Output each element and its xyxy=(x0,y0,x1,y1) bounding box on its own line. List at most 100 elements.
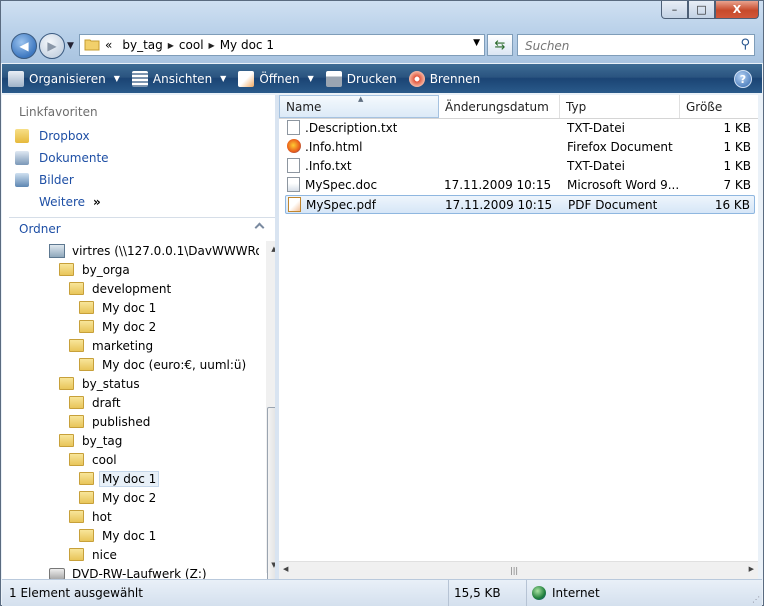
favorite-pictures[interactable]: Bilder xyxy=(15,171,74,189)
print-button[interactable]: Drucken xyxy=(320,64,403,93)
globe-icon xyxy=(532,586,546,600)
favorite-dropbox[interactable]: Dropbox xyxy=(15,127,90,145)
caption-buttons: – □ X xyxy=(661,1,759,20)
scroll-down-icon[interactable]: ▼ xyxy=(266,557,275,573)
column-header-date[interactable]: Änderungsdatum xyxy=(439,95,560,118)
maximize-button[interactable]: □ xyxy=(688,1,715,19)
file-type: PDF Document xyxy=(568,198,658,212)
scrollbar-thumb[interactable] xyxy=(267,407,275,579)
address-bar[interactable]: « by_tag ▶ cool ▶ My doc 1 ▼ xyxy=(79,34,485,56)
folder-icon xyxy=(69,339,84,352)
tree-item-label: My doc 1 xyxy=(99,470,160,487)
tree-item-by-orga[interactable]: by_orga xyxy=(59,260,130,279)
views-icon xyxy=(131,70,148,87)
tree-item-label: draft xyxy=(92,395,121,410)
breadcrumb-cool[interactable]: cool xyxy=(179,38,204,52)
column-header-label: Typ xyxy=(566,99,587,114)
status-selection: 1 Element ausgewählt xyxy=(2,580,449,606)
favorite-more[interactable]: Weitere » xyxy=(39,193,101,211)
file-row[interactable]: .Info.html Firefox Document 1 KB xyxy=(285,138,755,157)
breadcrumb-overflow[interactable]: « xyxy=(105,38,112,52)
chevron-right-icon[interactable]: ▶ xyxy=(168,41,174,50)
scroll-up-icon[interactable]: ▲ xyxy=(266,241,275,257)
back-button[interactable]: ◀ xyxy=(11,33,37,59)
resize-grip-icon[interactable]: ⋰ xyxy=(752,595,760,604)
organize-icon xyxy=(8,70,24,87)
folder-tree: virtres (\\127.0.0.1\DavWWWRoot) ( by_or… xyxy=(9,241,259,579)
tree-item-dvd-drive[interactable]: DVD-RW-Laufwerk (Z:) xyxy=(49,564,207,579)
tree-item-marketing[interactable]: marketing xyxy=(69,336,153,355)
tree-item-nice[interactable]: nice xyxy=(69,545,117,564)
scroll-left-icon[interactable]: ◀ xyxy=(283,565,288,573)
network-drive-icon xyxy=(49,243,65,258)
tree-item-my-doc-2[interactable]: My doc 2 xyxy=(79,317,156,336)
folders-header[interactable]: Ordner xyxy=(9,217,275,240)
forward-button[interactable]: ▶ xyxy=(39,33,65,59)
file-list-pane: ▲ Name Änderungsdatum Typ Größe .Descrip… xyxy=(279,95,758,579)
tree-scrollbar[interactable]: ▲ ▼ xyxy=(266,241,275,579)
file-row[interactable]: .Description.txt TXT-Datei 1 KB xyxy=(285,119,755,138)
column-header-size[interactable]: Größe xyxy=(680,95,758,118)
column-header-label: Änderungsdatum xyxy=(445,99,549,114)
tree-item-my-doc-1[interactable]: My doc 1 xyxy=(79,526,156,545)
file-row-selected[interactable]: MySpec.pdf 17.11.2009 10:15 PDF Document… xyxy=(285,195,755,214)
file-type: Microsoft Word 9... xyxy=(567,178,680,192)
folder-icon xyxy=(69,453,84,466)
tree-item-my-doc-1-selected[interactable]: My doc 1 xyxy=(79,469,160,488)
tree-item-my-doc-euro[interactable]: My doc (euro:€, uuml:ü) xyxy=(79,355,246,374)
minimize-button[interactable]: – xyxy=(661,1,688,19)
search-input[interactable] xyxy=(523,38,727,54)
recent-pages-dropdown[interactable]: ▼ xyxy=(67,41,74,51)
tree-item-label: by_tag xyxy=(82,433,123,448)
open-label: Öffnen xyxy=(259,71,300,86)
documents-icon xyxy=(15,151,29,165)
column-header-name[interactable]: ▲ Name xyxy=(279,95,439,118)
views-button[interactable]: Ansichten ▼ xyxy=(126,64,232,93)
tree-item-draft[interactable]: draft xyxy=(69,393,121,412)
column-header-type[interactable]: Typ xyxy=(560,95,680,118)
tree-item-label: by_status xyxy=(82,376,140,391)
status-zone-label: Internet xyxy=(552,586,600,600)
favorites-header: Linkfavoriten xyxy=(19,105,98,119)
folder-icon xyxy=(79,301,94,314)
open-button[interactable]: Öffnen ▼ xyxy=(232,64,319,93)
folder-icon xyxy=(59,434,74,447)
folder-icon xyxy=(79,472,94,485)
organize-button[interactable]: Organisieren ▼ xyxy=(2,64,126,93)
tree-item-development[interactable]: development xyxy=(69,279,171,298)
tree-item-label: My doc 1 xyxy=(102,300,157,315)
breadcrumb-my-doc-1[interactable]: My doc 1 xyxy=(220,38,274,52)
close-button[interactable]: X xyxy=(715,1,759,19)
tree-item-by-status[interactable]: by_status xyxy=(59,374,140,393)
address-dropdown-icon[interactable]: ▼ xyxy=(473,38,480,48)
tree-item-by-tag[interactable]: by_tag xyxy=(59,431,122,450)
search-box[interactable]: ⚲ xyxy=(517,34,755,56)
favorite-documents[interactable]: Dokumente xyxy=(15,149,109,167)
tree-item-cool[interactable]: cool xyxy=(69,450,117,469)
file-row[interactable]: .Info.txt TXT-Datei 1 KB xyxy=(285,157,755,176)
pictures-icon xyxy=(15,173,29,187)
favorite-label: Bilder xyxy=(39,173,74,187)
breadcrumb-by-tag[interactable]: by_tag xyxy=(122,38,162,52)
tree-item-my-doc-1[interactable]: My doc 1 xyxy=(79,298,156,317)
tree-item-virtres[interactable]: virtres (\\127.0.0.1\DavWWWRoot) ( xyxy=(49,241,259,260)
file-row[interactable]: MySpec.doc 17.11.2009 10:15 Microsoft Wo… xyxy=(285,176,755,195)
tree-item-hot[interactable]: hot xyxy=(69,507,112,526)
tree-item-label: by_orga xyxy=(82,262,130,277)
tree-item-published[interactable]: published xyxy=(69,412,150,431)
burn-button[interactable]: Brennen xyxy=(403,64,486,93)
help-button[interactable]: ? xyxy=(734,70,752,88)
search-icon[interactable]: ⚲ xyxy=(740,37,750,52)
tree-item-my-doc-2[interactable]: My doc 2 xyxy=(79,488,156,507)
file-size: 7 KB xyxy=(723,178,751,192)
status-size: 15,5 KB xyxy=(449,580,527,606)
chevron-right-icon[interactable]: ▶ xyxy=(209,41,215,50)
scroll-right-icon[interactable]: ▶ xyxy=(749,565,754,573)
folder-icon xyxy=(79,358,94,371)
folder-icon xyxy=(79,491,94,504)
chevron-down-icon: ▼ xyxy=(307,74,314,83)
file-name: MySpec.doc xyxy=(305,178,378,192)
refresh-button[interactable]: ⇆ xyxy=(487,34,513,56)
folder-icon xyxy=(69,396,84,409)
file-list-scrollbar[interactable]: ◀ ||| ▶ xyxy=(279,561,758,579)
